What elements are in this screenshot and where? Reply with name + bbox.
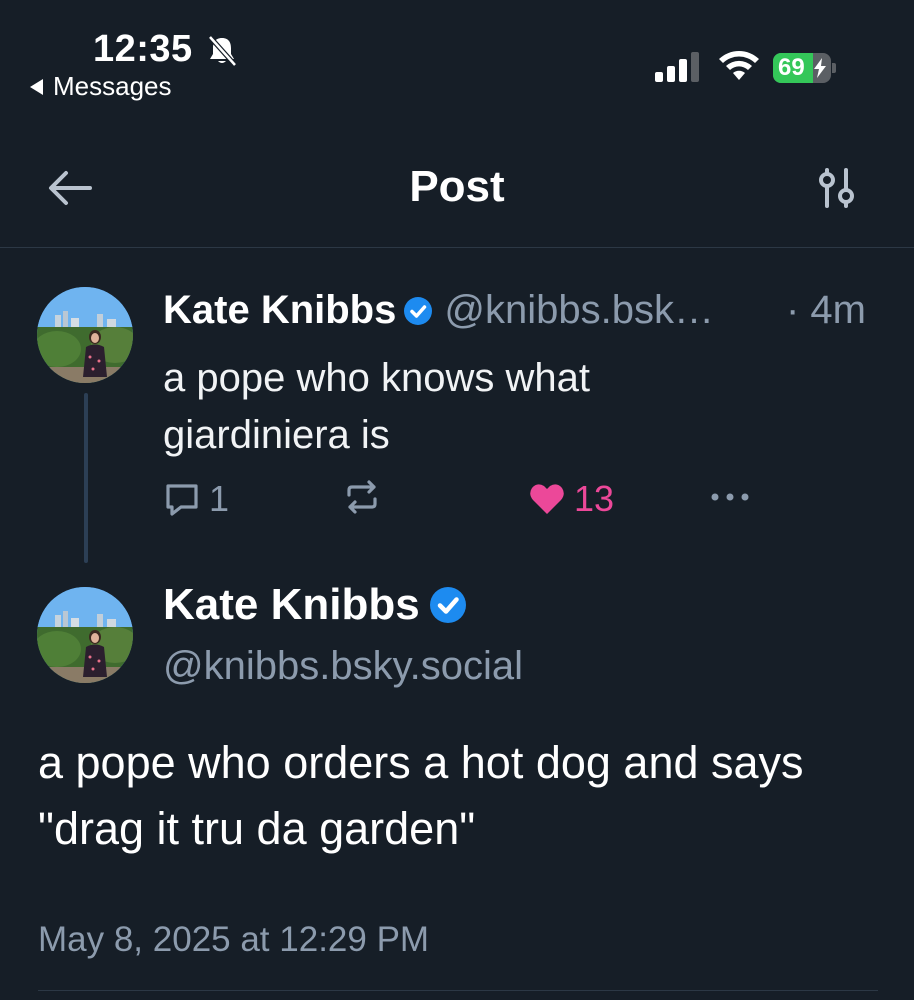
- repost-icon: [347, 480, 377, 514]
- avatar-photo: [37, 587, 133, 683]
- wifi-icon: [719, 51, 759, 80]
- like-count: 13: [574, 478, 615, 519]
- author-name[interactable]: Kate Knibbs: [163, 288, 396, 333]
- parent-post-header: Kate Knibbs @knibbs.bsk… · 4m: [163, 288, 883, 333]
- author-handle[interactable]: @knibbs.bsky.social: [163, 644, 523, 689]
- reply-count: 1: [209, 478, 230, 519]
- post-time-ago: · 4m: [786, 288, 866, 332]
- reply-icon: [166, 484, 198, 516]
- verified-badge-icon: [404, 296, 433, 325]
- status-time: 12:35: [93, 28, 193, 70]
- post-screen: 12:35 Messages 69 Post Kate Knibbs @knib…: [0, 0, 914, 1000]
- more-dots-icon: [711, 493, 749, 501]
- battery-percent: 69: [778, 54, 805, 81]
- parent-post-actions: 1 13: [163, 478, 763, 524]
- author-name[interactable]: Kate Knibbs: [163, 580, 420, 630]
- post-divider: [38, 990, 878, 991]
- back-to-messages-link[interactable]: Messages: [30, 71, 172, 102]
- avatar[interactable]: [37, 287, 133, 383]
- back-triangle-icon: [30, 78, 43, 95]
- verified-badge-icon: [429, 587, 466, 623]
- reply-button[interactable]: 1: [163, 478, 229, 520]
- avatar[interactable]: [37, 587, 133, 683]
- charging-bolt-icon: [814, 58, 826, 78]
- back-app-label: Messages: [53, 71, 172, 101]
- more-options-button[interactable]: [708, 478, 752, 516]
- parent-post-text[interactable]: a pope who knows what giardiniera is: [163, 350, 763, 464]
- bell-slash-icon: [208, 35, 237, 67]
- battery-indicator: 69: [773, 53, 837, 83]
- header-divider: [0, 247, 914, 248]
- heart-filled-icon: [530, 484, 564, 514]
- page-title: Post: [409, 162, 505, 211]
- repost-button[interactable]: [343, 478, 381, 516]
- sliders-icon[interactable]: [816, 166, 858, 210]
- thread-line: [84, 393, 88, 563]
- main-post-header: Kate Knibbs: [163, 580, 466, 630]
- like-button[interactable]: 13: [528, 478, 614, 520]
- post-timestamp: May 8, 2025 at 12:29 PM: [38, 920, 430, 959]
- avatar-photo: [37, 287, 133, 383]
- cellular-signal-icon: [655, 52, 699, 82]
- main-post-text[interactable]: a pope who orders a hot dog and says "dr…: [38, 730, 888, 862]
- author-handle[interactable]: @knibbs.bsk…: [444, 288, 714, 333]
